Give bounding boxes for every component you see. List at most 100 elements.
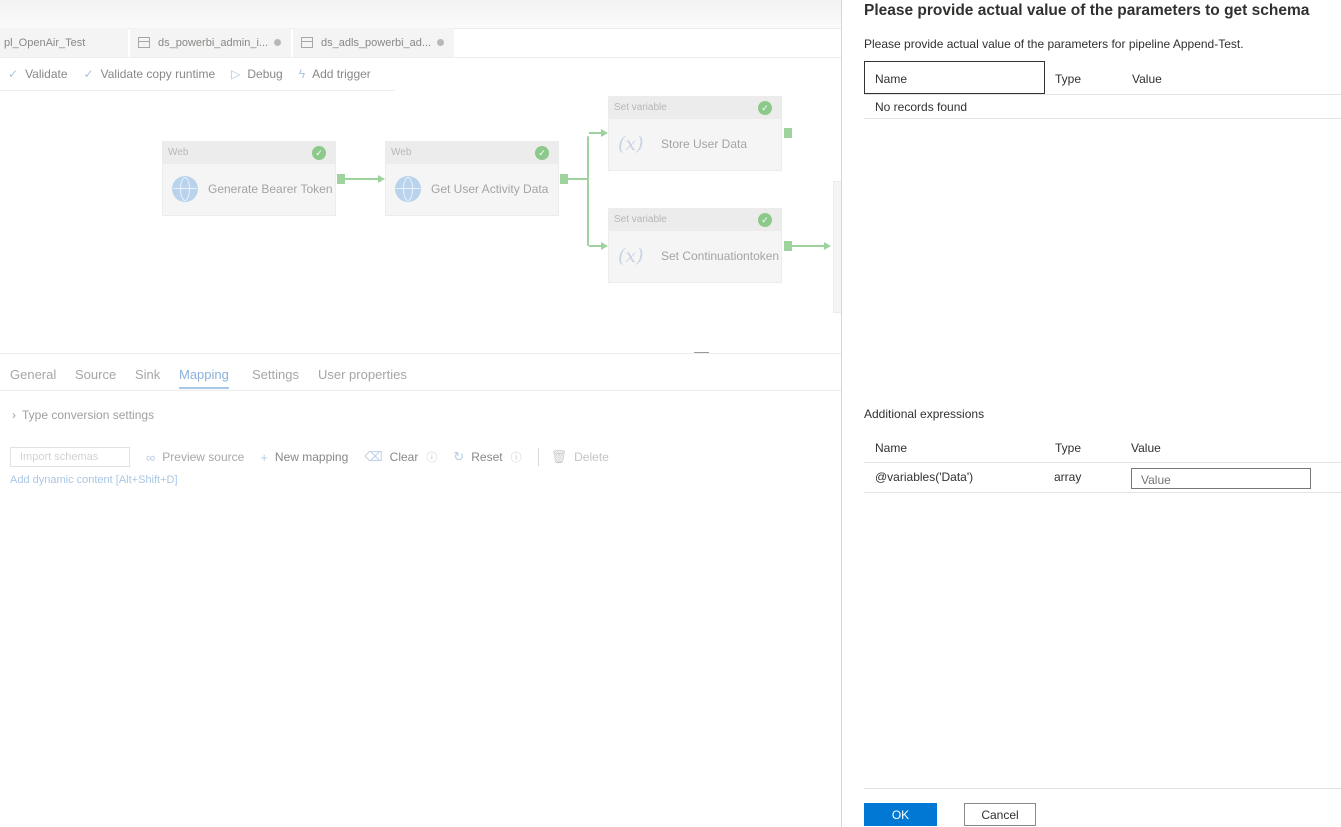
no-records-text: No records found — [875, 100, 968, 114]
type-conversion-label: Type conversion settings — [22, 408, 155, 422]
pipeline-toolbar: ✓ Validate ✓ Validate copy runtime ▷ Deb… — [0, 57, 395, 91]
checkmark-icon: ✓ — [8, 66, 19, 81]
schema-parameters-panel: Please provide actual value of the param… — [841, 0, 1341, 827]
connector-line — [587, 136, 589, 246]
connector-line — [568, 178, 588, 180]
ok-button[interactable]: OK — [864, 803, 937, 826]
top-bar — [0, 0, 841, 29]
trash-icon: 🗑 — [550, 449, 568, 464]
clear-button[interactable]: ⌫ Clear ⓘ — [364, 449, 437, 465]
success-check-icon: ✓ — [535, 146, 549, 160]
activity-name: Store User Data — [661, 137, 748, 151]
additional-expressions-label: Additional expressions — [864, 407, 985, 421]
info-icon: ⓘ — [426, 452, 438, 464]
arrow-head-icon — [824, 242, 831, 250]
plus-icon: + — [260, 449, 268, 465]
new-mapping-label: New mapping — [274, 450, 349, 464]
pipeline-editor: pl_OpenAir_Test ds_powerbi_admin_i... ds… — [0, 0, 842, 827]
column-header-name: Name — [875, 72, 908, 86]
column-header-type: Type — [1055, 441, 1082, 455]
tab-general[interactable]: General — [10, 367, 56, 382]
output-port[interactable] — [784, 128, 792, 138]
activity-generate-bearer-token[interactable]: Web ✓ Generate Bearer Token — [162, 141, 336, 216]
properties-tab-bar: General Source Sink Mapping Settings Use… — [0, 353, 841, 391]
debug-label: Debug — [247, 66, 283, 81]
checkmark-icon: ✓ — [83, 66, 94, 81]
tab-mapping[interactable]: Mapping — [179, 367, 229, 389]
validate-button[interactable]: ✓ Validate — [8, 67, 68, 81]
debug-button[interactable]: ▷ Debug — [231, 67, 283, 81]
activity-name: Generate Bearer Token — [208, 182, 333, 196]
tab-label: ds_adls_powerbi_ad... — [321, 36, 432, 49]
activity-type: Set variable — [614, 102, 667, 113]
pipeline-canvas[interactable]: Web ✓ Generate Bearer Token Web ✓ Get Us… — [0, 91, 841, 353]
success-check-icon: ✓ — [758, 101, 772, 115]
info-icon: ⓘ — [510, 452, 522, 464]
empty-row: No records found — [864, 95, 1341, 119]
connector-line — [589, 245, 601, 247]
reset-button[interactable]: ↻ Reset ⓘ — [453, 449, 521, 465]
divider — [537, 448, 539, 466]
cancel-button[interactable]: Cancel — [964, 803, 1036, 826]
activity-set-continuationtoken[interactable]: Set variable ✓ (x) Set Continuationtoken — [608, 208, 782, 283]
column-header-type[interactable]: Type — [1055, 72, 1081, 86]
editor-tab-bar: pl_OpenAir_Test ds_powerbi_admin_i... ds… — [0, 28, 841, 58]
variable-icon: (x) — [618, 133, 644, 155]
connector-line — [792, 245, 825, 247]
table-header-row: Name Type Value — [864, 433, 1341, 463]
reset-label: Reset — [471, 450, 503, 464]
activity-get-user-activity-data[interactable]: Web ✓ Get User Activity Data — [385, 141, 559, 216]
add-trigger-button[interactable]: ϟ Add trigger — [299, 67, 371, 81]
clear-label: Clear — [389, 450, 419, 464]
tab-user-properties[interactable]: User properties — [318, 367, 407, 382]
preview-source-button[interactable]: ∞ Preview source — [146, 450, 244, 465]
import-schemas-label: Import schemas — [20, 451, 99, 463]
column-header-value[interactable]: Value — [1132, 72, 1162, 86]
mapping-toolbar: Import schemas ∞ Preview source + New ma… — [10, 446, 625, 468]
validate-copy-runtime-button[interactable]: ✓ Validate copy runtime — [84, 67, 216, 81]
new-mapping-button[interactable]: + New mapping — [260, 450, 348, 465]
activity-type: Set variable — [614, 214, 667, 225]
activity-type: Web — [391, 147, 412, 158]
add-trigger-label: Add trigger — [312, 66, 371, 81]
arrow-head-icon — [378, 175, 385, 183]
expression-value-input[interactable] — [1131, 468, 1311, 489]
panel-title: Please provide actual value of the param… — [864, 2, 1310, 19]
type-conversion-settings-toggle[interactable]: › Type conversion settings — [12, 408, 154, 422]
tab-settings[interactable]: Settings — [252, 367, 299, 382]
tab-source[interactable]: Source — [75, 367, 116, 382]
chevron-right-icon: › — [12, 408, 16, 422]
activity-name: Set Continuationtoken — [661, 249, 780, 263]
import-schemas-button[interactable]: Import schemas — [10, 447, 130, 467]
connector-line — [345, 178, 379, 180]
output-port[interactable] — [560, 174, 568, 184]
panel-subtitle: Please provide actual value of the param… — [864, 37, 1244, 51]
tab-dataset-powerbi-admin[interactable]: ds_powerbi_admin_i... — [130, 28, 291, 57]
validate-copy-runtime-label: Validate copy runtime — [100, 66, 216, 81]
tab-dataset-adls-powerbi[interactable]: ds_adls_powerbi_ad... — [293, 28, 454, 57]
globe-icon — [395, 176, 421, 202]
tab-pipeline[interactable]: pl_OpenAir_Test — [0, 28, 128, 57]
reset-icon: ↻ — [453, 449, 465, 464]
add-dynamic-content-link[interactable]: Add dynamic content [Alt+Shift+D] — [10, 474, 178, 486]
preview-source-label: Preview source — [162, 450, 245, 464]
variable-icon: (x) — [618, 245, 644, 267]
tab-sink[interactable]: Sink — [135, 367, 160, 382]
output-port[interactable] — [337, 174, 345, 184]
activity-store-user-data[interactable]: Set variable ✓ (x) Store User Data — [608, 96, 782, 171]
eraser-icon: ⌫ — [364, 449, 383, 464]
output-port[interactable] — [784, 241, 792, 251]
delete-label: Delete — [574, 450, 609, 464]
glasses-icon: ∞ — [146, 449, 156, 465]
unsaved-dot-icon — [274, 39, 281, 46]
tab-label: pl_OpenAir_Test — [4, 36, 86, 49]
table-header-row: Name Type Value — [864, 61, 1341, 95]
table-icon — [301, 37, 313, 48]
activity-type: Web — [168, 147, 189, 158]
activity-name: Get User Activity Data — [431, 182, 549, 196]
column-header-value: Value — [1131, 441, 1161, 455]
delete-button[interactable]: 🗑 Delete — [551, 449, 609, 465]
globe-icon — [172, 176, 198, 202]
tab-label: ds_powerbi_admin_i... — [158, 36, 269, 49]
panel-footer-divider — [864, 788, 1341, 789]
